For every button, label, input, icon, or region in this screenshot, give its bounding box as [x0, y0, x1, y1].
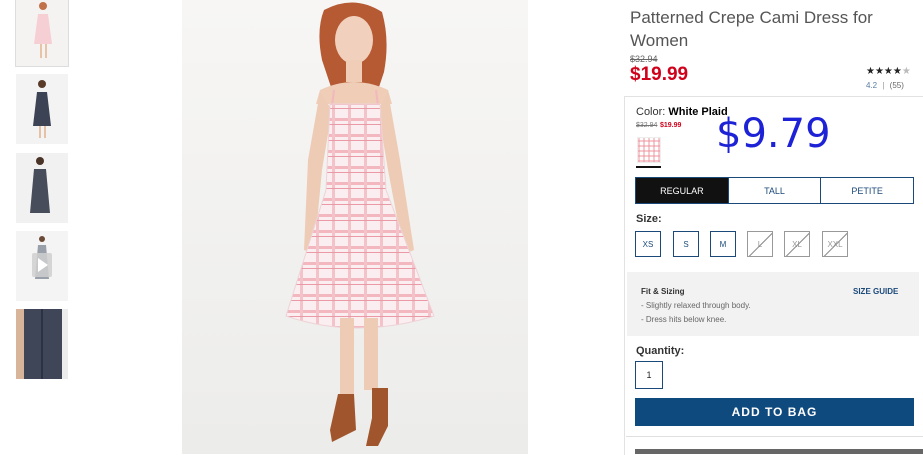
quantity-label: Quantity:	[636, 345, 685, 357]
original-price: $32.94	[630, 54, 658, 64]
color-label-prefix: Color:	[636, 106, 666, 118]
quantity-input[interactable]: 1	[635, 361, 663, 389]
tab-regular[interactable]: REGULAR	[636, 178, 729, 203]
overlay-price-annotation: $9.79	[716, 111, 831, 157]
main-product-image[interactable]	[182, 0, 528, 454]
tab-petite[interactable]: PETITE	[821, 178, 913, 203]
color-label: Color: White Plaid	[636, 106, 728, 118]
fit-sizing-title: Fit & Sizing	[641, 287, 685, 296]
thumbnail-1[interactable]	[15, 0, 69, 67]
thumbnail-5[interactable]	[16, 309, 68, 379]
size-xxl-button[interactable]: XXL	[822, 231, 848, 257]
fit-type-tabs: REGULAR TALL PETITE	[635, 177, 914, 204]
play-video-icon	[16, 231, 68, 301]
color-swatch-white-plaid[interactable]	[637, 137, 661, 163]
rating-summary[interactable]: 4.2 | (55)	[866, 81, 904, 90]
thumbnail-2[interactable]	[16, 74, 68, 144]
fit-detail-1: - Slightly relaxed through body.	[641, 301, 751, 310]
video-thumbnail[interactable]	[16, 231, 68, 301]
dress-front-image	[16, 0, 68, 66]
divider	[626, 436, 923, 437]
rating-value: 4.2	[866, 81, 878, 90]
review-count: (55)	[889, 81, 904, 90]
model-in-dress-image	[182, 0, 528, 454]
dress-navy-back-image	[16, 74, 68, 144]
tab-tall[interactable]: TALL	[729, 178, 822, 203]
size-s-button[interactable]: S	[673, 231, 699, 257]
color-original-price: $32.94	[636, 122, 658, 129]
dress-navy-detail-image	[16, 309, 68, 379]
fit-detail-2: - Dress hits below knee.	[641, 315, 727, 324]
add-to-bag-button[interactable]: ADD TO BAG	[635, 398, 914, 426]
size-l-button[interactable]: L	[747, 231, 773, 257]
rating-separator: |	[882, 81, 885, 90]
dress-navy-side-image	[16, 153, 68, 223]
size-label: Size:	[636, 213, 662, 225]
size-m-button[interactable]: M	[710, 231, 736, 257]
color-sale-price: $19.99	[660, 122, 682, 129]
thumbnail-3[interactable]	[16, 153, 68, 223]
swatch-selected-indicator	[636, 166, 661, 168]
sale-price: $19.99	[630, 64, 689, 85]
size-guide-link[interactable]: SIZE GUIDE	[853, 287, 898, 296]
empty-star: ★	[901, 66, 911, 77]
size-xl-button[interactable]: XL	[784, 231, 810, 257]
secondary-button-edge[interactable]	[635, 449, 923, 454]
rating-stars-icon[interactable]: ★★★★★	[866, 66, 911, 77]
filled-stars: ★★★★	[866, 66, 902, 77]
size-xs-button[interactable]: XS	[635, 231, 661, 257]
product-title: Patterned Crepe Cami Dress for Women	[630, 8, 873, 50]
